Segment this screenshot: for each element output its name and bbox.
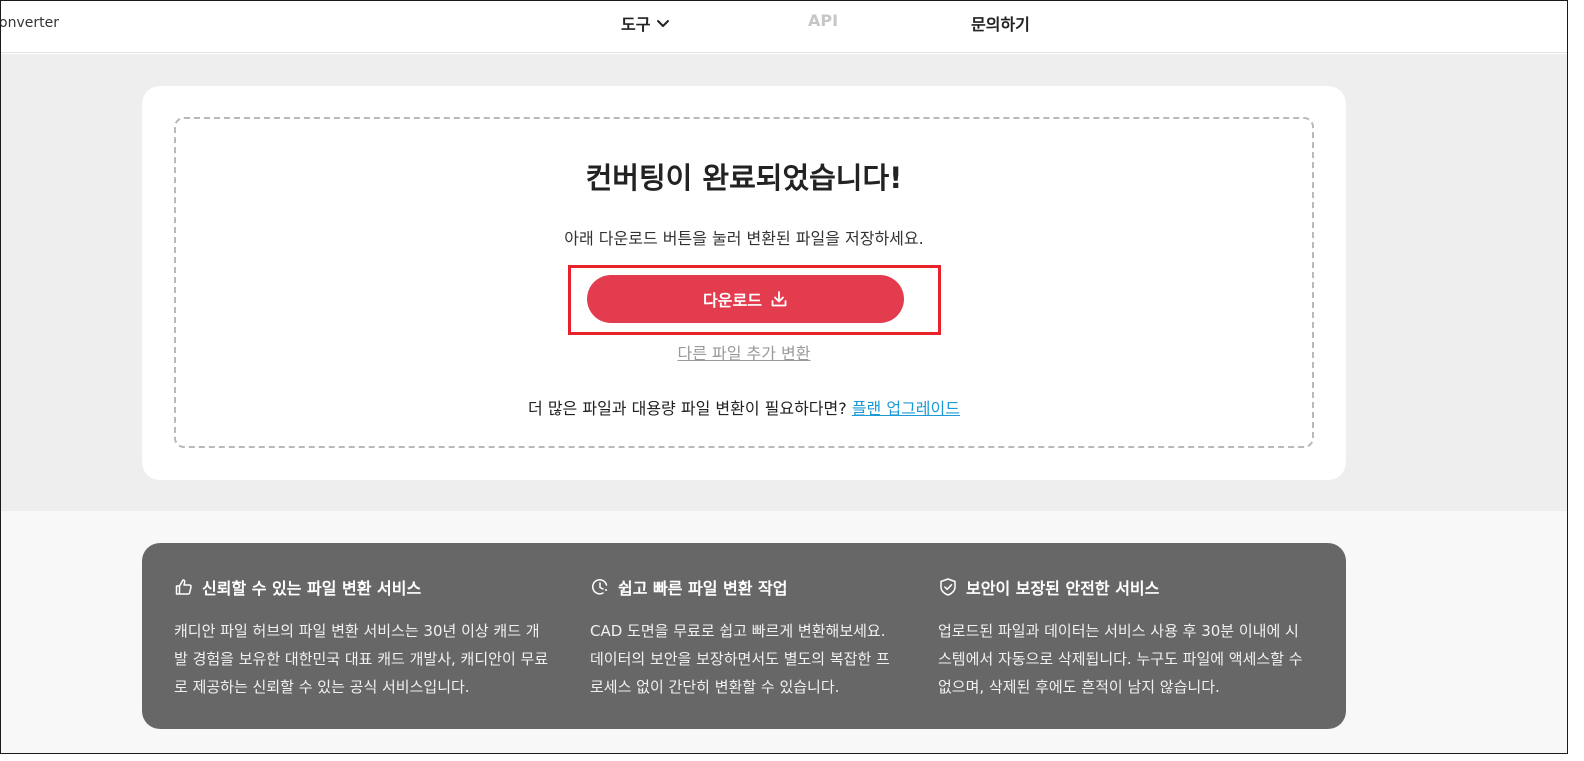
browser-viewport: onverter 도구 API 문의하기 컨버팅이 완료되었습니다! 아래 다운… [0, 0, 1568, 754]
download-button-label: 다운로드 [703, 291, 762, 310]
feature-trusted-body: 캐디안 파일 허브의 파일 변환 서비스는 30년 이상 캐드 개 발 경험을 … [174, 617, 564, 701]
plan-upgrade-link[interactable]: 플랜 업그레이드 [852, 399, 960, 418]
feature-trusted-title: 신뢰할 수 있는 파일 변환 서비스 [174, 575, 564, 599]
nav-tools-label: 도구 [621, 15, 651, 34]
add-more-files-link[interactable]: 다른 파일 추가 변환 [176, 340, 1312, 364]
thumbs-up-icon [175, 579, 192, 595]
nav-tools-menu[interactable]: 도구 [621, 11, 670, 35]
download-button[interactable]: 다운로드 [587, 275, 904, 323]
feature-trusted-heading: 신뢰할 수 있는 파일 변환 서비스 [202, 579, 422, 598]
feature-secure-line: 없으며, 삭제된 후에도 흔적이 남지 않습니다. [938, 678, 1220, 696]
feature-secure-line: 스템에서 자동으로 삭제됩니다. 누구도 파일에 액세스할 수 [938, 650, 1303, 668]
feature-secure: 보안이 보장된 안전한 서비스 업로드된 파일과 데이터는 서비스 사용 후 3… [938, 575, 1328, 701]
site-logo-text[interactable]: onverter [1, 15, 59, 31]
feature-trusted-line: 로 제공하는 신뢰할 수 있는 공식 서비스입니다. [174, 678, 470, 696]
feature-fast: 쉽고 빠른 파일 변환 작업 CAD 도면을 무료로 쉽고 빠르게 변환해보세요… [590, 575, 910, 701]
feature-fast-line: 로세스 없이 간단히 변환할 수 있습니다. [590, 678, 840, 696]
conversion-section: 컨버팅이 완료되었습니다! 아래 다운로드 버튼을 눌러 변환된 파일을 저장하… [1, 54, 1567, 511]
nav-contact-label: 문의하기 [971, 15, 1030, 34]
nav-contact-link[interactable]: 문의하기 [971, 11, 1030, 35]
shield-check-icon [940, 578, 956, 596]
feature-secure-body: 업로드된 파일과 데이터는 서비스 사용 후 30분 이내에 시 스템에서 자동… [938, 617, 1328, 701]
top-navigation-bar: onverter 도구 API 문의하기 [1, 1, 1567, 53]
features-section: 신뢰할 수 있는 파일 변환 서비스 캐디안 파일 허브의 파일 변환 서비스는… [1, 511, 1567, 753]
feature-secure-line: 업로드된 파일과 데이터는 서비스 사용 후 30분 이내에 시 [938, 622, 1299, 640]
chevron-down-icon [657, 20, 670, 27]
upgrade-prompt: 더 많은 파일과 대용량 파일 변환이 필요하다면? 플랜 업그레이드 [176, 395, 1312, 419]
feature-trusted-line: 캐디안 파일 허브의 파일 변환 서비스는 30년 이상 캐드 개 [174, 622, 540, 640]
feature-fast-title: 쉽고 빠른 파일 변환 작업 [590, 575, 910, 599]
features-card: 신뢰할 수 있는 파일 변환 서비스 캐디안 파일 허브의 파일 변환 서비스는… [142, 543, 1346, 729]
completion-title: 컨버팅이 완료되었습니다! [585, 161, 903, 195]
feature-secure-heading: 보안이 보장된 안전한 서비스 [966, 579, 1160, 598]
clock-icon [592, 579, 608, 595]
feature-trusted: 신뢰할 수 있는 파일 변환 서비스 캐디안 파일 허브의 파일 변환 서비스는… [174, 575, 564, 701]
result-dropzone: 컨버팅이 완료되었습니다! 아래 다운로드 버튼을 눌러 변환된 파일을 저장하… [174, 117, 1314, 448]
conversion-result-card: 컨버팅이 완료되었습니다! 아래 다운로드 버튼을 눌러 변환된 파일을 저장하… [142, 86, 1346, 480]
download-icon [771, 291, 787, 307]
feature-fast-heading: 쉽고 빠른 파일 변환 작업 [618, 579, 788, 598]
completion-subtitle: 아래 다운로드 버튼을 눌러 변환된 파일을 저장하세요. [564, 229, 924, 248]
nav-api-link[interactable]: API [808, 11, 838, 30]
upgrade-prompt-text: 더 많은 파일과 대용량 파일 변환이 필요하다면? [528, 399, 847, 418]
feature-secure-title: 보안이 보장된 안전한 서비스 [938, 575, 1328, 599]
feature-fast-body: CAD 도면을 무료로 쉽고 빠르게 변환해보세요. 데이터의 보안을 보장하면… [590, 617, 910, 701]
feature-fast-line: 데이터의 보안을 보장하면서도 별도의 복잡한 프 [590, 650, 890, 668]
nav-api-label: API [808, 11, 839, 30]
feature-trusted-line: 발 경험을 보유한 대한민국 대표 캐드 개발사, 캐디안이 무료 [174, 650, 549, 668]
feature-fast-line: CAD 도면을 무료로 쉽고 빠르게 변환해보세요. [590, 622, 886, 640]
